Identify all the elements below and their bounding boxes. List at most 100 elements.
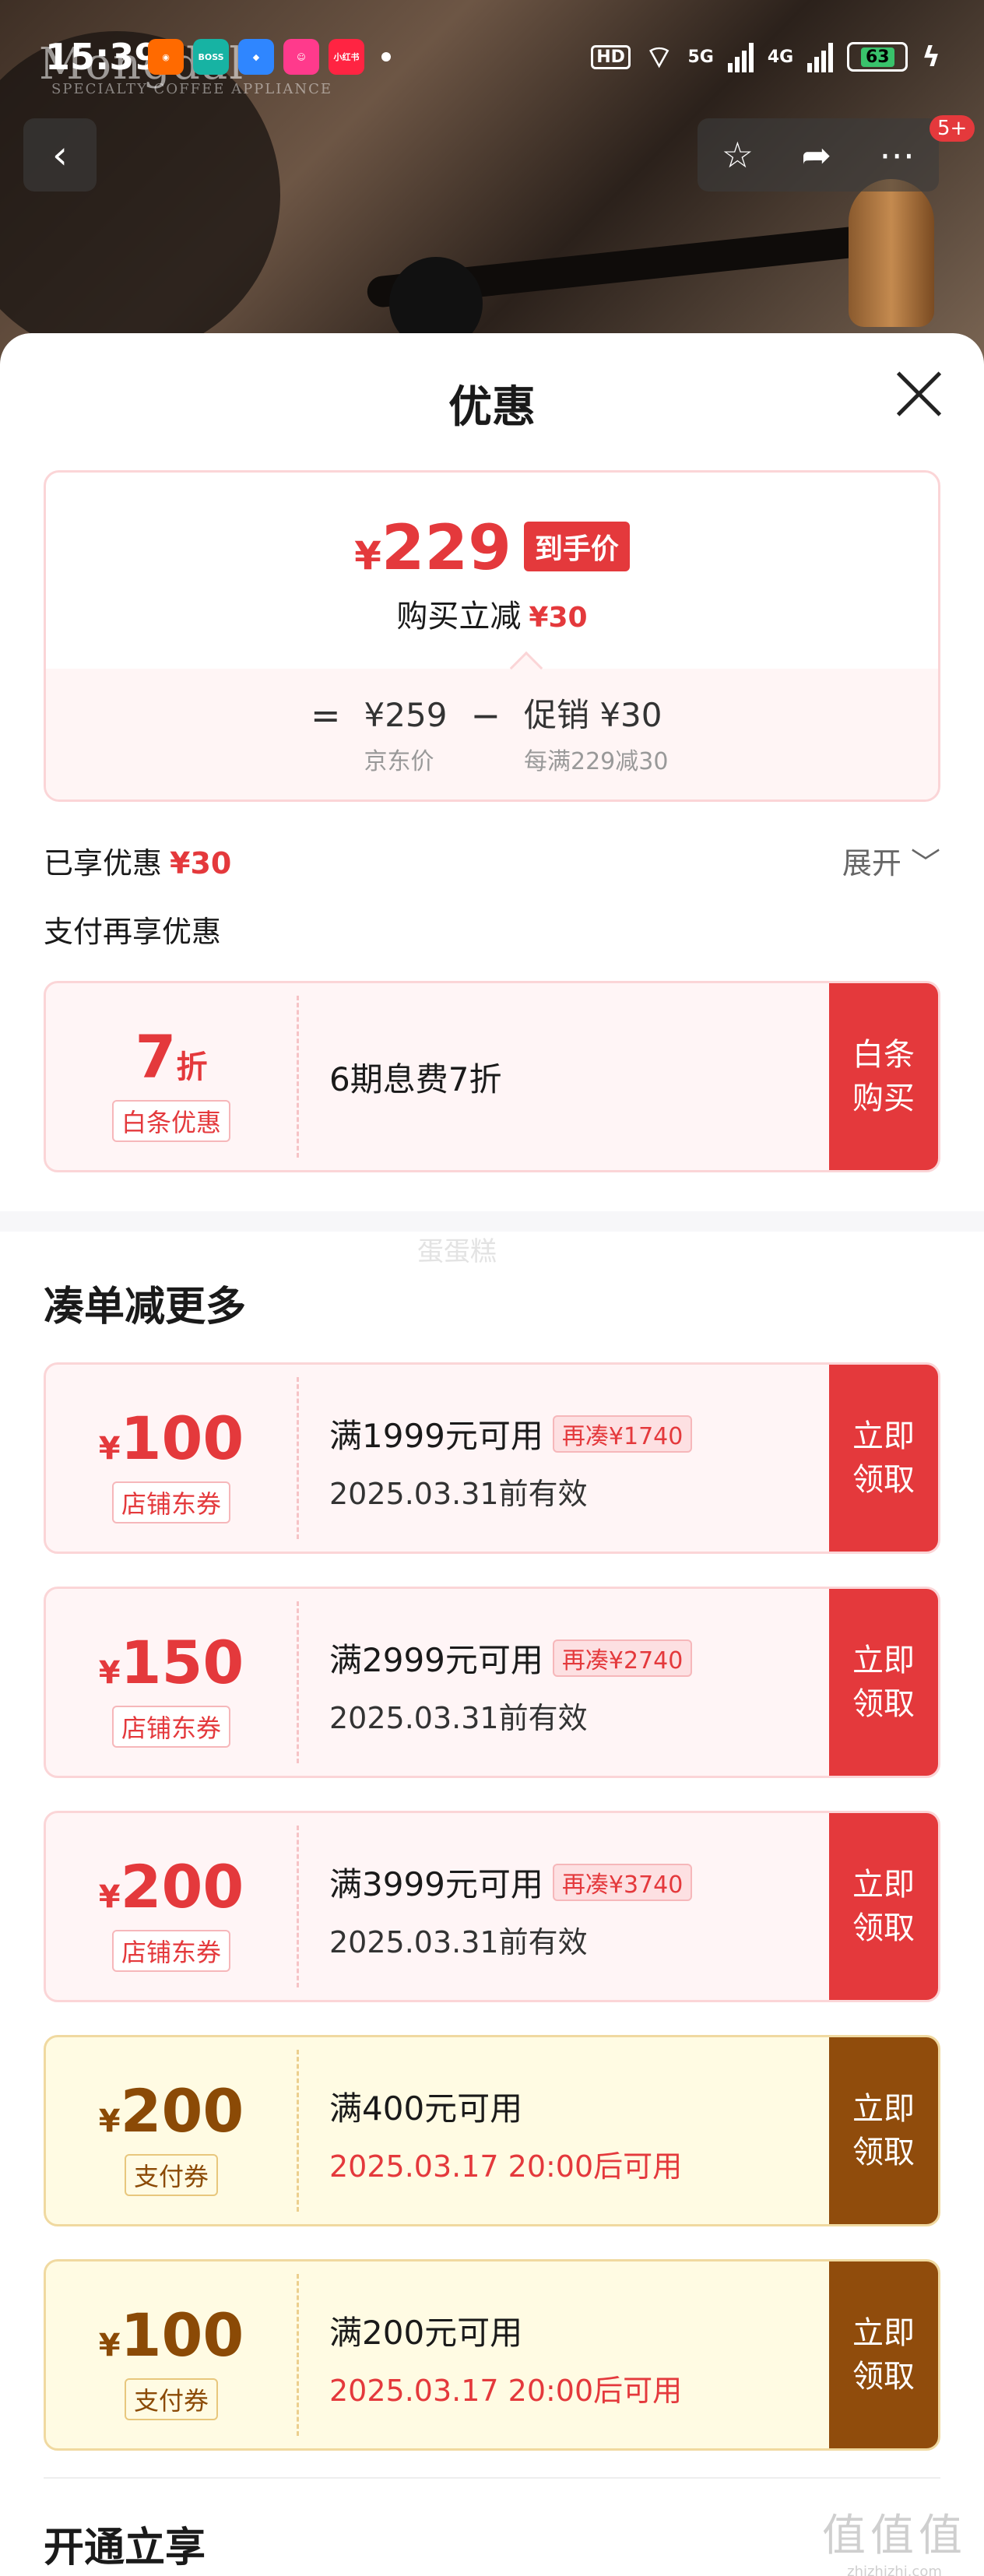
coupon-amount: ¥200	[46, 2076, 297, 2145]
app-icon-pink: ☺	[283, 39, 319, 75]
weibo-icon: ◉	[148, 39, 184, 75]
baitiao-unit: 折	[176, 1049, 208, 1085]
status-bar: 15:39 ◉ BOSS ◆ ☺ 小红书 HD ⌔ 5G 4G 63 ϟ	[0, 0, 984, 117]
coupon-amount: 7折	[46, 1022, 297, 1091]
coupon-detail: 满200元可用 2025.03.17 20:00后可用	[329, 2307, 682, 2409]
minus-sign: −	[470, 694, 501, 736]
coupon-condition-row: 满1999元可用 再凑¥1740	[329, 1410, 693, 1457]
coupon-divider	[297, 2274, 299, 2436]
coupon-detail: 满2999元可用 再凑¥2740 2025.03.31前有效	[329, 1634, 693, 1737]
promo-value: 促销 ¥30	[523, 696, 662, 734]
close-icon[interactable]	[894, 369, 944, 419]
claim-coupon-button[interactable]: 立即 领取	[829, 2261, 938, 2448]
open-enjoy-title: 开通立享	[44, 2525, 206, 2571]
claim-coupon-button[interactable]: 立即 领取	[829, 2037, 938, 2224]
watermark-text: 蛋蛋糕	[417, 1236, 497, 1267]
coupon-validity: 2025.03.31前有效	[329, 1701, 588, 1735]
claim-coupon-button[interactable]: 立即 领取	[829, 1365, 938, 1552]
coupon-condition: 满200元可用	[329, 2314, 523, 2352]
pay-coupon-card: ¥200 支付券 满400元可用 2025.03.17 20:00后可用 立即 领取	[44, 2035, 940, 2226]
yen-symbol: ¥	[98, 1431, 121, 1467]
coupon-gap-pill: 再凑¥3740	[552, 1863, 693, 1901]
coupon-amount-value: 150	[120, 1628, 244, 1697]
coupon-condition-row: 满200元可用	[329, 2307, 682, 2354]
coupon-validity: 2025.03.31前有效	[329, 1925, 588, 1959]
site-mark-small: zhizhizhi.com	[847, 2564, 942, 2576]
coupon-left: ¥100 支付券	[46, 2261, 297, 2448]
expand-button[interactable]: 展开 ﹀	[842, 839, 940, 882]
coupon-divider	[297, 2050, 299, 2212]
hero-shape-wood-knob	[849, 179, 934, 327]
boss-icon: BOSS	[193, 39, 229, 75]
coupon-type-tag: 店铺东券	[111, 1706, 231, 1748]
coupon-validity: 2025.03.17 20:00后可用	[329, 2149, 683, 2184]
store-coupon-card: ¥100 店铺东券 满1999元可用 再凑¥1740 2025.03.31前有效 立即 领…	[44, 1362, 940, 1554]
baitiao-discount: 7	[135, 1022, 177, 1091]
notification-app-icons: ◉ BOSS ◆ ☺ 小红书	[148, 39, 391, 75]
coupon-left: 7折 白条优惠	[46, 983, 297, 1170]
pay-coupon-card: ¥100 支付券 满200元可用 2025.03.17 20:00后可用 立即 领取	[44, 2259, 940, 2451]
status-time: 15:39	[45, 36, 160, 78]
coupon-divider	[297, 1826, 299, 1987]
coupon-condition: 满1999元可用	[329, 1417, 543, 1455]
wifi-icon: ⌔	[644, 40, 674, 76]
browser-icon: ◆	[238, 39, 274, 75]
coupon-type-tag: 店铺东券	[111, 1930, 231, 1972]
final-price-card: ¥ 229 到手价 购买立减 ¥30 = ¥259 京东价 − 促销 ¥30 每满…	[44, 470, 940, 802]
claim-coupon-label: 立即 领取	[852, 2091, 915, 2170]
message-count-badge: 5+	[930, 115, 975, 142]
yen-symbol: ¥	[98, 2103, 121, 2139]
back-button[interactable]: ‹	[23, 118, 97, 192]
coupon-divider	[297, 1601, 299, 1763]
promo-term: 促销 ¥30 每满229减30	[524, 692, 668, 776]
store-coupon-card: ¥150 店铺东券 满2999元可用 再凑¥2740 2025.03.31前有效 立即 领…	[44, 1587, 940, 1778]
claim-coupon-label: 立即 领取	[852, 1643, 915, 1722]
coupon-left: ¥200 店铺东券	[46, 1813, 297, 2000]
price-formula: = ¥259 京东价 − 促销 ¥30 每满229减30	[311, 692, 668, 776]
signal-icon	[727, 41, 754, 72]
coupon-amount: ¥100	[46, 2300, 297, 2370]
coupon-left: ¥100 店铺东券	[46, 1365, 297, 1552]
hd-icon: HD	[591, 44, 631, 69]
coupon-condition-row: 满400元可用	[329, 2082, 682, 2130]
coupon-condition: 满2999元可用	[329, 1641, 543, 1679]
pay-more-title: 支付再享优惠	[44, 915, 222, 949]
claim-coupon-label: 立即 领取	[852, 1867, 915, 1946]
baitiao-buy-button[interactable]: 白条 购买	[829, 983, 938, 1170]
coupon-amount: ¥150	[46, 1628, 297, 1697]
favorite-star-icon[interactable]: ☆	[722, 134, 754, 176]
coupon-amount: ¥200	[46, 1852, 297, 1921]
battery-level: 63	[860, 47, 894, 67]
signal-icon	[807, 41, 834, 72]
base-price-label: 京东价	[364, 748, 434, 775]
coupon-amount-value: 100	[120, 1404, 244, 1473]
price-summary: ¥ 229 到手价 购买立减 ¥30	[46, 473, 938, 669]
baitiao-buy-label: 白条 购买	[852, 1037, 915, 1116]
divider	[44, 2477, 940, 2479]
final-price-tag: 到手价	[523, 522, 630, 571]
coupon-condition-row: 满3999元可用 再凑¥3740	[329, 1858, 693, 1906]
base-price-term: ¥259 京东价	[364, 692, 448, 776]
share-icon[interactable]: ➦	[801, 134, 831, 176]
promo-label: 每满229减30	[523, 748, 669, 775]
coupon-left: ¥150 店铺东券	[46, 1589, 297, 1776]
claim-coupon-button[interactable]: 立即 领取	[829, 1813, 938, 2000]
reduce-row: 购买立减 ¥30	[46, 591, 938, 636]
yen-symbol: ¥	[98, 2328, 121, 2363]
reduce-label: 购买立减	[396, 599, 522, 634]
coupon-amount-value: 200	[120, 1852, 244, 1921]
coupon-gap-pill: 再凑¥1740	[552, 1415, 693, 1453]
coupon-detail: 满3999元可用 再凑¥3740 2025.03.31前有效	[329, 1858, 693, 1961]
enjoyed-value: ¥30	[170, 846, 232, 880]
final-price-row: ¥ 229 到手价	[46, 511, 938, 584]
more-icon[interactable]: ⋯	[879, 134, 915, 176]
more-discount-title: 凑单减更多	[44, 1284, 247, 1330]
coupon-amount-value: 200	[120, 2076, 244, 2145]
claim-coupon-button[interactable]: 立即 领取	[829, 1589, 938, 1776]
final-price: 229	[381, 511, 511, 584]
claim-coupon-label: 立即 领取	[852, 2315, 915, 2395]
more-notifications-dot	[381, 52, 391, 62]
base-price: ¥259	[364, 696, 448, 734]
coupon-gap-pill: 再凑¥2740	[552, 1639, 693, 1677]
header-actions: ☆ ➦ ⋯	[698, 118, 939, 192]
